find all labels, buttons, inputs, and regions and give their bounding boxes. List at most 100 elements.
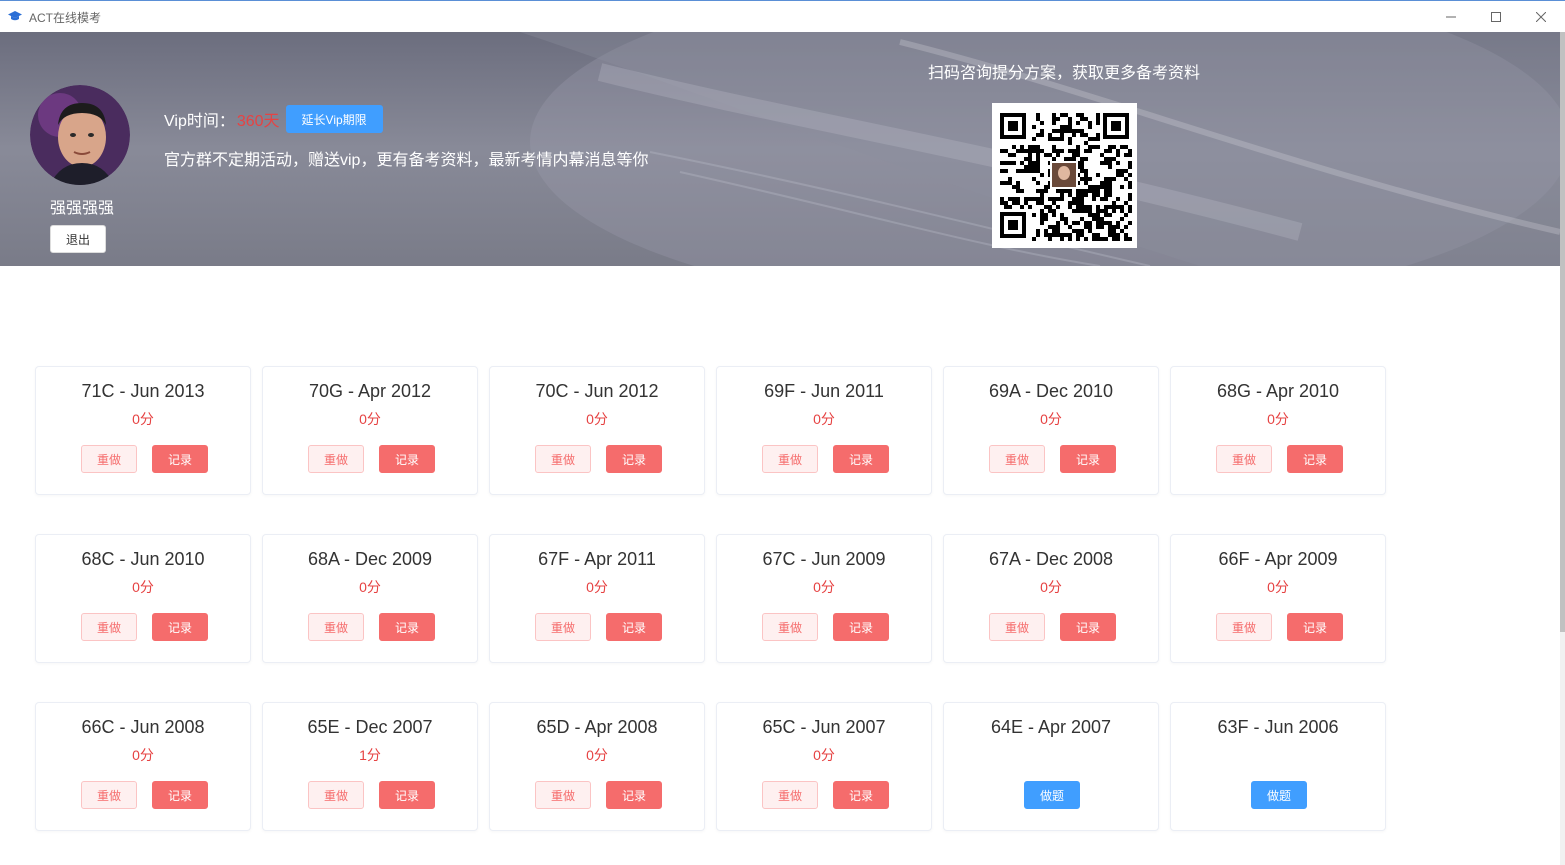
exam-score: 0分 <box>586 747 608 763</box>
username: 强强强强 <box>49 200 114 217</box>
redo-button[interactable]: 重做 <box>1216 445 1272 473</box>
redo-button[interactable]: 重做 <box>81 781 137 809</box>
exam-title: 64E - Apr 2007 <box>990 717 1112 737</box>
record-button[interactable]: 记录 <box>152 445 208 473</box>
exam-card: 66C - Jun 2008 0分重做 记录 <box>35 702 251 831</box>
exam-score: 0分 <box>586 579 608 595</box>
exam-score: 0分 <box>359 579 381 595</box>
record-button[interactable]: 记录 <box>1287 613 1343 641</box>
exam-score: 0分 <box>813 747 835 763</box>
exam-card: 65D - Apr 2008 0分重做 记录 <box>489 702 705 831</box>
exam-score: 0分 <box>1040 411 1062 427</box>
exam-card: 71C - Jun 2013 0分重做 记录 <box>35 366 251 495</box>
window-titlebar: ACT在线模考 <box>0 0 1565 32</box>
extend-vip-button[interactable]: 延长Vip期限 <box>285 105 383 133</box>
exam-title: 65C - Jun 2007 <box>762 717 886 737</box>
record-button[interactable]: 记录 <box>152 781 208 809</box>
record-button[interactable]: 记录 <box>379 781 435 809</box>
exam-title: 71C - Jun 2013 <box>81 381 205 401</box>
profile-banner: 强强强强 退出 Vip时间： 360天 延长Vip期限 官方群不定期活动，赠送v… <box>0 32 1560 266</box>
exam-score: 1分 <box>359 747 381 763</box>
exam-score: 0分 <box>813 411 835 427</box>
exam-title: 68A - Dec 2009 <box>307 549 433 569</box>
redo-button[interactable]: 重做 <box>535 781 591 809</box>
minimize-icon <box>1446 16 1456 18</box>
start-exam-button[interactable]: 做题 <box>1251 781 1307 809</box>
window-title: ACT在线模考 <box>29 11 102 25</box>
exam-card: 65C - Jun 2007 0分重做 记录 <box>716 702 932 831</box>
exam-title: 65E - Dec 2007 <box>307 717 433 737</box>
exam-score: 0分 <box>132 747 154 763</box>
record-button[interactable]: 记录 <box>606 445 662 473</box>
exam-title: 70G - Apr 2012 <box>308 381 432 401</box>
exam-title: 67A - Dec 2008 <box>988 549 1114 569</box>
start-exam-button[interactable]: 做题 <box>1024 781 1080 809</box>
exam-card: 65E - Dec 2007 1分重做 记录 <box>262 702 478 831</box>
vip-label: Vip时间： <box>164 113 235 130</box>
redo-button[interactable]: 重做 <box>308 445 364 473</box>
record-button[interactable]: 记录 <box>833 613 889 641</box>
avatar[interactable] <box>30 85 130 185</box>
exam-title: 67C - Jun 2009 <box>762 549 886 569</box>
exam-card: 63F - Jun 2006 做题 <box>1170 702 1386 831</box>
vertical-scrollbar[interactable] <box>1560 32 1565 865</box>
user-avatar-image <box>30 85 130 185</box>
close-icon <box>1536 12 1546 22</box>
group-notice: 官方群不定期活动，赠送vip，更有备考资料，最新考情内幕消息等你 <box>164 152 649 169</box>
redo-button[interactable]: 重做 <box>1216 613 1272 641</box>
exam-title: 68C - Jun 2010 <box>81 549 205 569</box>
qr-caption: 扫码咨询提分方案，获取更多备考资料 <box>928 65 1201 82</box>
qr-code <box>992 103 1137 248</box>
vip-remaining-days: 360天 <box>236 113 280 130</box>
exam-title: 66F - Apr 2009 <box>1218 549 1338 569</box>
redo-button[interactable]: 重做 <box>308 781 364 809</box>
exam-score: 0分 <box>586 411 608 427</box>
redo-button[interactable]: 重做 <box>762 613 818 641</box>
logout-button[interactable]: 退出 <box>50 225 106 253</box>
exam-card: 67C - Jun 2009 0分重做 记录 <box>716 534 932 663</box>
redo-button[interactable]: 重做 <box>989 613 1045 641</box>
record-button[interactable]: 记录 <box>379 613 435 641</box>
record-button[interactable]: 记录 <box>606 613 662 641</box>
redo-button[interactable]: 重做 <box>81 613 137 641</box>
redo-button[interactable]: 重做 <box>762 781 818 809</box>
record-button[interactable]: 记录 <box>379 445 435 473</box>
exam-score: 0分 <box>132 579 154 595</box>
exam-title: 63F - Jun 2006 <box>1217 717 1339 737</box>
exam-card: 66F - Apr 2009 0分 重做 记录 <box>1170 534 1386 663</box>
record-button[interactable]: 记录 <box>833 445 889 473</box>
exam-score: 0分 <box>813 579 835 595</box>
record-button[interactable]: 记录 <box>152 613 208 641</box>
redo-button[interactable]: 重做 <box>308 613 364 641</box>
exam-score: 0分 <box>1040 579 1062 595</box>
redo-button[interactable]: 重做 <box>535 445 591 473</box>
minimize-button[interactable] <box>1441 7 1461 27</box>
close-button[interactable] <box>1531 7 1551 27</box>
exam-card: 67F - Apr 2011 0分重做 记录 <box>489 534 705 663</box>
record-button[interactable]: 记录 <box>1060 445 1116 473</box>
record-button[interactable]: 记录 <box>606 781 662 809</box>
record-button[interactable]: 记录 <box>1060 613 1116 641</box>
maximize-button[interactable] <box>1486 7 1506 27</box>
record-button[interactable]: 记录 <box>1287 445 1343 473</box>
qr-code-icon <box>1000 113 1132 241</box>
exam-card: 70G - Apr 2012 0分 重做 记录 <box>262 366 478 495</box>
exam-title: 66C - Jun 2008 <box>81 717 205 737</box>
vip-info: Vip时间： 360天 延长Vip期限 <box>164 105 383 133</box>
record-button[interactable]: 记录 <box>833 781 889 809</box>
exam-card: 69A - Dec 2010 0分重做 记录 <box>943 366 1159 495</box>
exam-card: 68A - Dec 2009 0分重做 记录 <box>262 534 478 663</box>
exam-title: 69A - Dec 2010 <box>988 381 1114 401</box>
exam-title: 65D - Apr 2008 <box>536 717 658 737</box>
maximize-icon <box>1491 12 1501 22</box>
exam-title: 69F - Jun 2011 <box>764 381 884 401</box>
scrollbar-thumb[interactable] <box>1560 32 1565 632</box>
exam-card: 64E - Apr 2007 做题 <box>943 702 1159 831</box>
redo-button[interactable]: 重做 <box>535 613 591 641</box>
redo-button[interactable]: 重做 <box>762 445 818 473</box>
exam-title: 67F - Apr 2011 <box>538 549 656 569</box>
exam-card: 68G - Apr 2010 0分 重做 记录 <box>1170 366 1386 495</box>
exam-score: 0分 <box>132 411 154 427</box>
redo-button[interactable]: 重做 <box>81 445 137 473</box>
redo-button[interactable]: 重做 <box>989 445 1045 473</box>
